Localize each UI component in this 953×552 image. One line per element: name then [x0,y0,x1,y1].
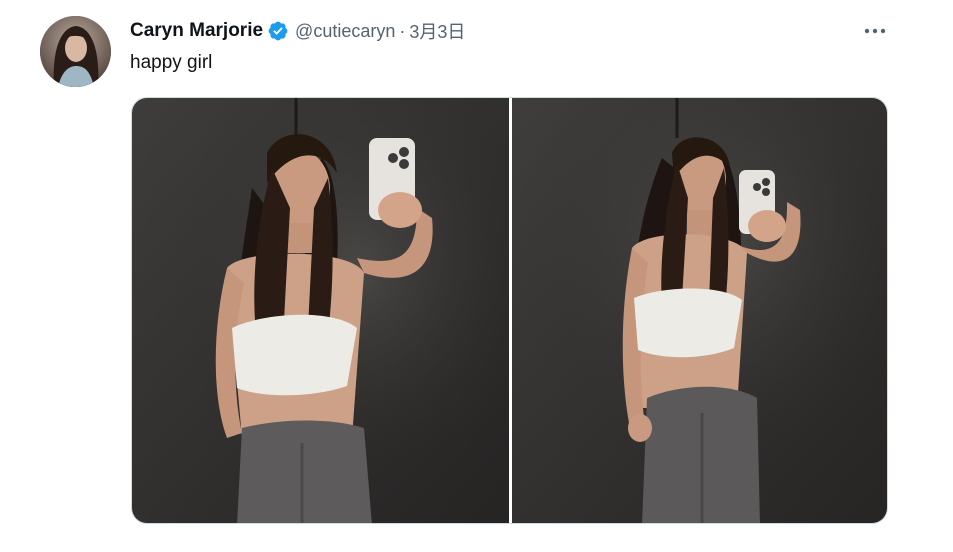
user-handle[interactable]: @cutiecaryn [295,21,395,42]
avatar[interactable] [40,16,111,87]
verified-badge-icon [267,20,289,42]
tweet-header: Caryn Marjorie @cutiecaryn · 3月3日 [130,18,465,44]
tweet-date[interactable]: 3月3日 [409,18,465,44]
display-name[interactable]: Caryn Marjorie [130,20,263,42]
tweet-text: happy girl [130,52,213,73]
photo-1-image [132,98,509,523]
photo-2-image [512,98,887,523]
media-grid [131,97,888,524]
photo-2[interactable] [512,98,887,523]
more-horizontal-icon [864,28,886,34]
profile-avatar-icon [40,16,111,87]
photo-1[interactable] [132,98,509,523]
separator-dot: · [399,20,406,41]
more-options-button[interactable] [858,18,892,44]
